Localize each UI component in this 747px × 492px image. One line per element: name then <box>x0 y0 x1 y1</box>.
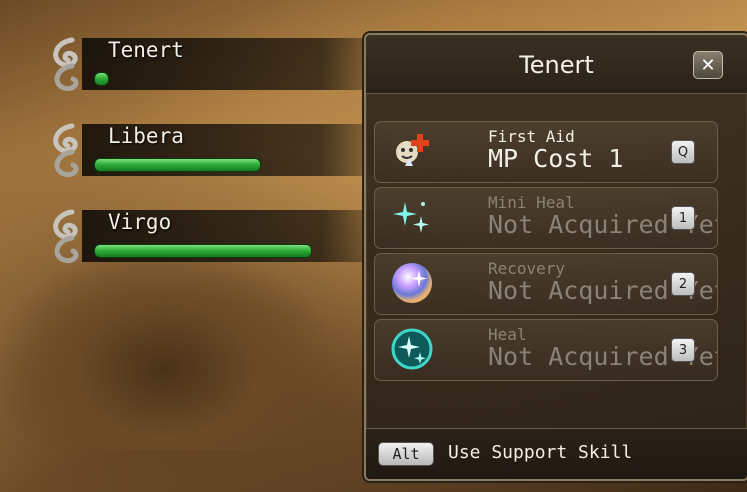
panel-header: Tenert ✕ <box>366 35 747 94</box>
skill-detail: MP Cost 1 <box>488 144 624 173</box>
footer-hint: Use Support Skill <box>448 442 633 463</box>
support-skill-panel: Tenert ✕ First Aid MP Cost 1 Q Mini Heal <box>364 33 747 481</box>
hp-bar <box>94 72 314 86</box>
first-aid-icon <box>396 134 429 166</box>
party-member-2[interactable]: Libera <box>42 120 402 206</box>
hp-bar-fill <box>94 244 312 258</box>
alt-key-badge: Alt <box>378 442 434 466</box>
skill-first-aid[interactable]: First Aid MP Cost 1 Q <box>374 121 718 183</box>
recovery-icon <box>392 263 432 303</box>
party-member-3[interactable]: Virgo <box>42 206 402 292</box>
member-name: Tenert <box>108 38 184 62</box>
heal-icon <box>391 328 433 370</box>
member-name: Libera <box>108 124 184 148</box>
hp-bar-fill <box>94 158 261 172</box>
swirl-emblem-icon <box>53 37 79 92</box>
hotkey-badge: 3 <box>671 338 695 362</box>
hp-bar-fill <box>94 72 110 86</box>
party-member-1[interactable]: Tenert <box>42 34 402 120</box>
skill-heal[interactable]: Heal Not Acquired Yet 3 <box>374 319 718 381</box>
hp-bar <box>94 244 314 258</box>
hotkey-badge: 2 <box>671 272 695 296</box>
panel-footer: Alt Use Support Skill <box>366 428 747 479</box>
hp-bar <box>94 158 314 172</box>
mini-heal-icon <box>393 202 429 233</box>
hotkey-badge: 1 <box>671 206 695 230</box>
panel-title: Tenert <box>519 51 594 79</box>
member-name: Virgo <box>108 210 172 234</box>
swirl-emblem-icon <box>53 209 79 264</box>
hotkey-badge: Q <box>671 140 695 164</box>
close-button[interactable]: ✕ <box>693 51 723 79</box>
skill-list: First Aid MP Cost 1 Q Mini Heal Not Acqu… <box>374 121 718 385</box>
skill-mini-heal[interactable]: Mini Heal Not Acquired Yet 1 <box>374 187 718 249</box>
party-list: Tenert Libera Virgo <box>42 34 402 292</box>
skill-recovery[interactable]: Recovery Not Acquired Yet 2 <box>374 253 718 315</box>
swirl-emblem-icon <box>53 123 79 178</box>
